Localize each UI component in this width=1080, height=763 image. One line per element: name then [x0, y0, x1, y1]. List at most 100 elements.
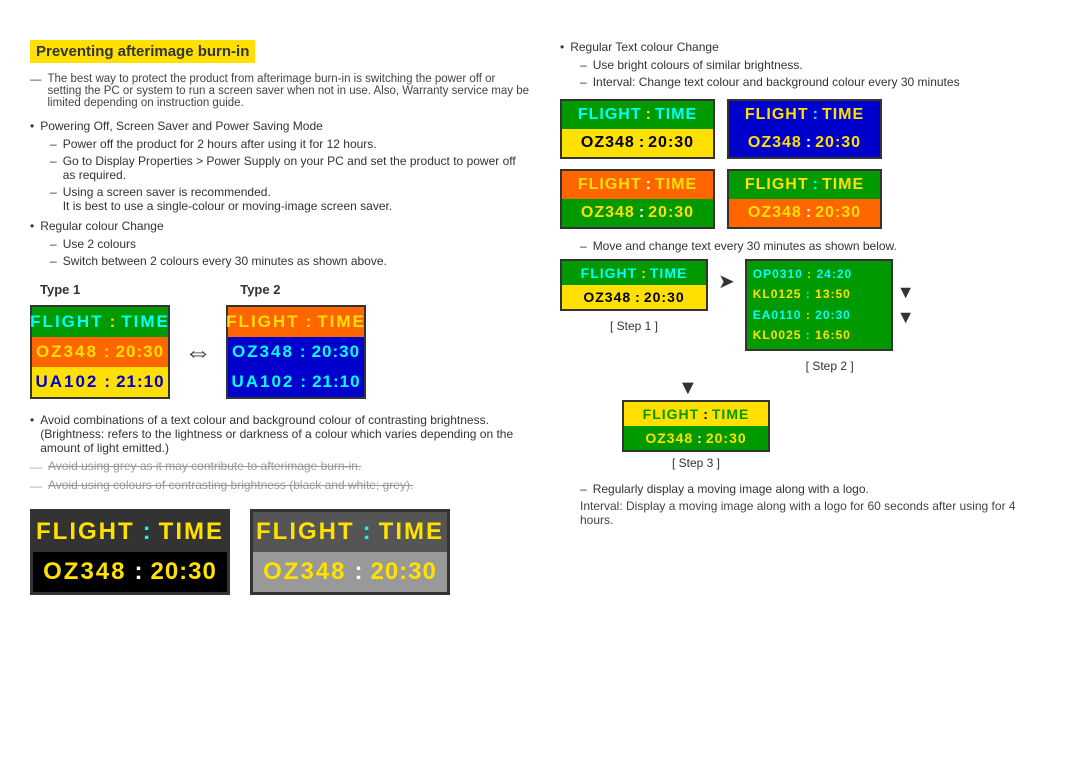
lb1-dcolon: : — [134, 558, 142, 586]
step1-board: FLIGHT : TIME OZ348 : 20:30 — [560, 259, 708, 311]
right-sub1-text: Use bright colours of similar brightness… — [593, 58, 803, 72]
lb1-2030: 20:30 — [150, 558, 216, 586]
rb3-colon: : — [646, 176, 651, 194]
rb1-2030: 20:30 — [648, 134, 694, 152]
arrow-block1: ➤ — [718, 259, 735, 294]
large-board-black: FLIGHT : TIME OZ348 : 20:30 — [30, 509, 230, 595]
right-sub2: Interval: Change text colour and backgro… — [580, 75, 1050, 89]
t1-time: TIME — [121, 312, 170, 332]
lb2-time: TIME — [379, 518, 444, 546]
s1-flight: FLIGHT — [581, 265, 638, 281]
bullet-colour: Regular colour Change — [30, 219, 530, 233]
type-boards-row: FLIGHT : TIME OZ348 : 20:30 UA102 : 21:1… — [30, 305, 530, 399]
lb2-dcolon: : — [354, 558, 362, 586]
large-board-gray: FLIGHT : TIME OZ348 : 20:30 — [250, 509, 450, 595]
step2-board: OP0310 : 24:20 KL0125 : 13:50 EA0110 : 2… — [745, 259, 893, 351]
sub-display-text: Go to Display Properties > Power Supply … — [63, 154, 530, 182]
rb3-flight: FLIGHT — [578, 176, 642, 194]
step2-col: OP0310 : 24:20 KL0125 : 13:50 EA0110 : 2… — [745, 259, 915, 373]
s1-time: TIME — [650, 265, 687, 281]
t1-colon1: : — [104, 342, 110, 362]
s2-line3: EA0110 : 20:30 — [753, 305, 885, 325]
step3-label: [ Step 3 ] — [622, 456, 770, 470]
lb1-time: TIME — [159, 518, 224, 546]
sub-switch-text: Switch between 2 colours every 30 minute… — [63, 254, 387, 268]
t1-row1: OZ348 : 20:30 — [32, 337, 168, 367]
t2-oz: OZ348 — [232, 342, 294, 362]
dash-avoid-contrast: Avoid using colours of contrasting brigh… — [30, 478, 530, 493]
type2-label: Type 2 — [240, 282, 280, 297]
t1-colon-h: : — [110, 312, 116, 332]
s1-2030: 20:30 — [644, 289, 685, 305]
s2-line2: KL0125 : 13:50 — [753, 284, 885, 304]
type1-board: FLIGHT : TIME OZ348 : 20:30 UA102 : 21:1… — [30, 305, 170, 399]
t2-colon2: : — [300, 372, 306, 392]
t2-colon-h: : — [306, 312, 312, 332]
sub-screensaver-text: Using a screen saver is recommended.It i… — [63, 185, 392, 213]
rb1-colon: : — [646, 106, 651, 124]
right-column: Regular Text colour Change Use bright co… — [560, 40, 1050, 595]
lb2-2030: 20:30 — [370, 558, 436, 586]
arrow-down1-icon: ▼ — [897, 282, 915, 303]
s1-dcolon: : — [635, 289, 640, 305]
rb4-time: TIME — [822, 176, 864, 194]
t2-row1: OZ348 : 20:30 — [228, 337, 364, 367]
rb2-colon: : — [813, 106, 818, 124]
rb2-flight: FLIGHT — [745, 106, 809, 124]
rb2: FLIGHT : TIME OZ348 : 20:30 — [727, 99, 882, 159]
rb1-time: TIME — [655, 106, 697, 124]
rb1-oz: OZ348 — [581, 134, 635, 152]
regular-display-text: Regularly display a moving image along w… — [593, 482, 869, 496]
s2-line1: OP0310 : 24:20 — [753, 264, 885, 284]
step1-label: [ Step 1 ] — [610, 319, 658, 333]
lb1-colon: : — [143, 518, 151, 546]
t1-ua: UA102 — [35, 372, 98, 392]
s3-2030: 20:30 — [706, 430, 747, 446]
rb2-dcolon: : — [806, 134, 811, 152]
rb2-2030: 20:30 — [815, 134, 861, 152]
rb4-oz: OZ348 — [748, 204, 802, 222]
t2-flight: FLIGHT — [226, 312, 299, 332]
t2-2110: 21:10 — [312, 372, 360, 392]
s3-colon: : — [703, 406, 708, 422]
right-sub2-text: Interval: Change text colour and backgro… — [593, 75, 960, 89]
rb4: FLIGHT : TIME OZ348 : 20:30 — [727, 169, 882, 229]
t2-ua: UA102 — [231, 372, 294, 392]
sub-poweroff-text: Power off the product for 2 hours after … — [63, 137, 377, 151]
t1-2110: 21:10 — [116, 372, 164, 392]
bullet-avoid-comb: Avoid combinations of a text colour and … — [30, 413, 530, 455]
intro-text: The best way to protect the product from… — [30, 73, 530, 109]
rb2-time: TIME — [822, 106, 864, 124]
double-arrow: ⇔ — [184, 336, 212, 368]
rb2-oz: OZ348 — [748, 134, 802, 152]
sub-display-props: Go to Display Properties > Power Supply … — [50, 154, 530, 182]
rb3-oz: OZ348 — [581, 204, 635, 222]
s3-flight: FLIGHT — [643, 406, 700, 422]
s3-oz: OZ348 — [645, 430, 693, 446]
t1-flight: FLIGHT — [30, 312, 103, 332]
type-labels: Type 1 Type 2 — [40, 282, 530, 297]
rb4-2030: 20:30 — [815, 204, 861, 222]
rb3-2030: 20:30 — [648, 204, 694, 222]
arrow-down3-icon: ▼ — [678, 377, 698, 400]
avoid-comb-text: Avoid combinations of a text colour and … — [40, 413, 530, 455]
sub-use2-text: Use 2 colours — [63, 237, 136, 251]
regular-display: Regularly display a moving image along w… — [580, 482, 1050, 496]
rb4-flight: FLIGHT — [745, 176, 809, 194]
t2-row2: UA102 : 21:10 — [228, 367, 364, 397]
t2-2030: 20:30 — [312, 342, 360, 362]
arrow-right-icon: ➤ — [718, 269, 735, 294]
s3-time: TIME — [712, 406, 749, 422]
rb4-dcolon: : — [806, 204, 811, 222]
rb3: FLIGHT : TIME OZ348 : 20:30 — [560, 169, 715, 229]
section-title: Preventing afterimage burn-in — [30, 40, 255, 63]
right-bullet: Regular Text colour Change — [560, 40, 1050, 54]
s1-oz: OZ348 — [583, 289, 631, 305]
sub-screensaver: Using a screen saver is recommended.It i… — [50, 185, 530, 213]
rb1: FLIGHT : TIME OZ348 : 20:30 — [560, 99, 715, 159]
sub-use2: Use 2 colours — [50, 237, 530, 251]
lb2-oz: OZ348 — [263, 558, 346, 586]
t1-oz: OZ348 — [36, 342, 98, 362]
rb3-time: TIME — [655, 176, 697, 194]
steps-layout: FLIGHT : TIME OZ348 : 20:30 [ Step 1 ] ➤ — [560, 259, 1050, 373]
